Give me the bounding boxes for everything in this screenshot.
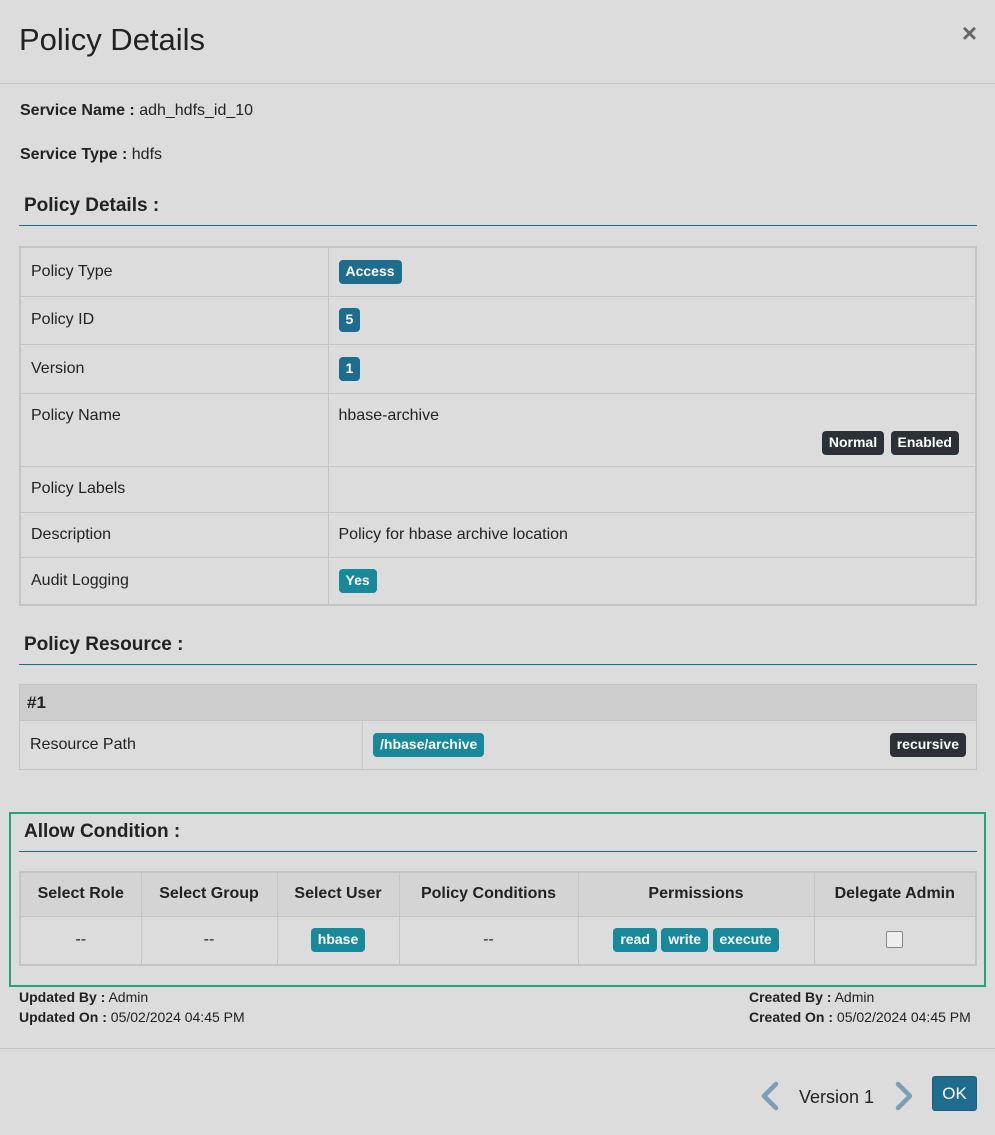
created-by-value: Admin (834, 989, 875, 1005)
updated-on-value: 05/02/2024 04:45 PM (110, 1009, 245, 1025)
allow-condition-heading: Allow Condition : (19, 821, 977, 852)
header-select-user: Select User (276, 871, 400, 917)
policy-type-label: Policy Type (19, 246, 329, 297)
policy-name-label: Policy Name (19, 392, 329, 467)
policy-resource-heading: Policy Resource : (19, 634, 977, 665)
enabled-badge: Enabled (890, 430, 959, 455)
created-info: Created By : Admin Created On : 05/02/20… (749, 987, 971, 1027)
policy-labels-value (327, 465, 977, 513)
delegate-admin-checkbox[interactable] (886, 930, 904, 948)
version-label: Version 1 (799, 1087, 875, 1107)
header-policy-conditions: Policy Conditions (398, 871, 579, 917)
role-value: -- (19, 915, 142, 966)
audit-logging-label: Audit Logging (19, 556, 329, 606)
policy-id-row: Policy ID 5 (19, 295, 977, 345)
description-value: Policy for hbase archive location (327, 511, 977, 558)
service-type-label: Service Type : (20, 146, 128, 163)
header-select-role: Select Role (19, 871, 142, 917)
updated-by-label: Updated By : (19, 989, 106, 1005)
policy-name-row: Policy Name hbase-archive Normal Enabled (19, 392, 977, 467)
close-icon[interactable]: × (962, 20, 977, 46)
ok-button[interactable]: OK (932, 1076, 977, 1111)
policy-labels-row: Policy Labels (19, 465, 977, 513)
policy-details-heading: Policy Details : (19, 195, 977, 226)
audit-logging-badge: Yes (338, 568, 377, 593)
modal-title: Policy Details (19, 22, 206, 57)
service-name-label: Service Name : (20, 102, 135, 119)
policy-labels-label: Policy Labels (19, 465, 329, 513)
version-label: Version (19, 343, 329, 394)
description-row: Description Policy for hbase archive loc… (19, 511, 977, 558)
created-on-label: Created On : (749, 1009, 834, 1025)
header-permissions: Permissions (577, 871, 815, 917)
allow-condition-table: Select Role Select Group Select User Pol… (19, 871, 977, 966)
created-on-value: 05/02/2024 04:45 PM (836, 1009, 971, 1025)
updated-by-value: Admin (108, 989, 149, 1005)
permission-write-badge: write (661, 928, 709, 953)
service-name-value: adh_hdfs_id_10 (139, 102, 254, 119)
conditions-value: -- (398, 915, 579, 966)
previous-version-icon[interactable] (756, 1080, 786, 1112)
resource-group-number: #1 (19, 684, 977, 721)
group-value: -- (140, 915, 278, 966)
header-select-group: Select Group (140, 871, 278, 917)
resource-path-badge: /hbase/archive (373, 733, 485, 757)
description-label: Description (19, 511, 329, 558)
next-version-icon[interactable] (888, 1080, 918, 1112)
policy-id-badge: 5 (338, 308, 361, 332)
version-row: Version 1 (19, 343, 977, 394)
policy-details-table: Policy Type Access Policy ID 5 Version 1… (19, 246, 977, 606)
audit-logging-row: Audit Logging Yes (19, 556, 977, 606)
service-type-value: hdfs (131, 146, 163, 163)
normal-badge: Normal (821, 430, 885, 455)
updated-info: Updated By : Admin Updated On : 05/02/20… (19, 987, 245, 1027)
modal-header: Policy Details × (0, 0, 995, 84)
policy-resource-table: #1 Resource Path /hbase/archive recursiv… (19, 684, 977, 770)
allow-condition-row: -- -- hbase -- read write execute (19, 915, 977, 966)
service-type: Service Type : hdfs (20, 146, 162, 164)
policy-name-value: hbase-archive (338, 406, 440, 424)
policy-id-label: Policy ID (19, 295, 329, 345)
resource-path-row: Resource Path /hbase/archive recursive (19, 720, 977, 770)
updated-on-label: Updated On : (19, 1009, 107, 1025)
policy-type-badge: Access (338, 259, 402, 284)
recursive-badge: recursive (889, 733, 966, 757)
allow-condition-header-row: Select Role Select Group Select User Pol… (19, 871, 977, 917)
created-by-label: Created By : (749, 989, 832, 1005)
user-badge: hbase (310, 928, 366, 953)
policy-type-row: Policy Type Access (19, 246, 977, 297)
service-name: Service Name : adh_hdfs_id_10 (20, 102, 253, 120)
resource-path-label: Resource Path (19, 720, 363, 770)
permission-read-badge: read (613, 928, 657, 953)
header-delegate-admin: Delegate Admin (813, 871, 977, 917)
resource-group-header: #1 (19, 684, 977, 721)
version-badge: 1 (338, 356, 361, 381)
permission-execute-badge: execute (712, 928, 779, 953)
